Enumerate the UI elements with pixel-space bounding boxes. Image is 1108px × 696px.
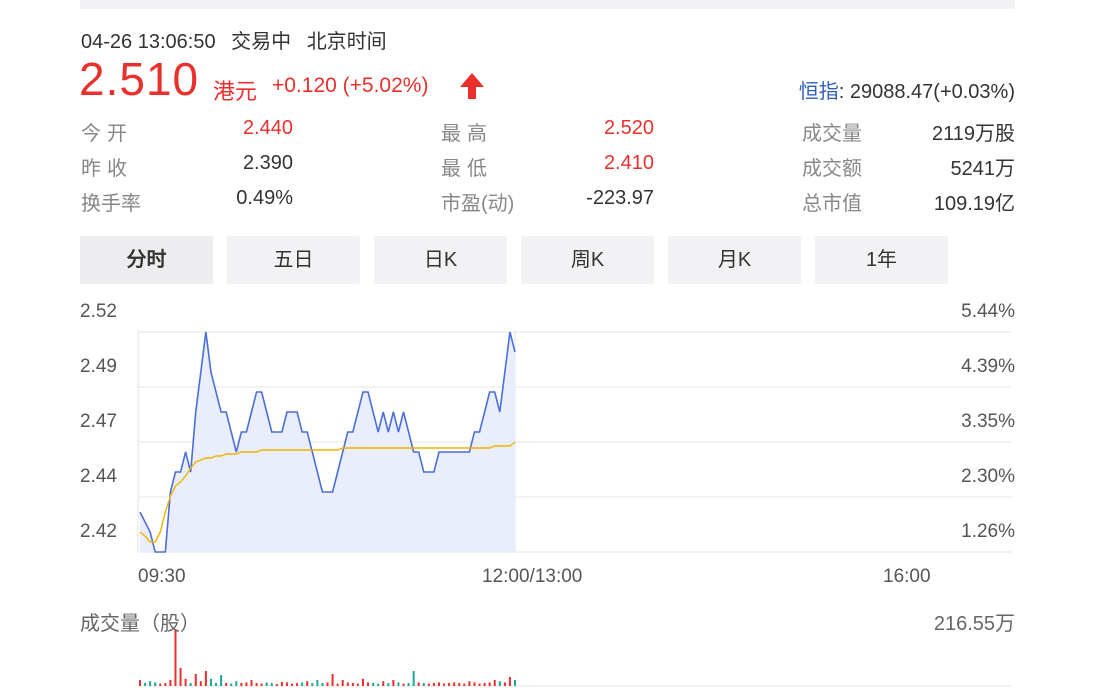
volume-bar	[341, 680, 344, 686]
volume-bar	[498, 681, 501, 686]
volume-bars	[139, 629, 516, 686]
volume-bar	[164, 683, 167, 686]
volume-bar	[255, 683, 258, 686]
volume-bar	[199, 681, 202, 686]
volume-bar	[225, 683, 228, 686]
volume-bar	[235, 681, 238, 686]
volume-bar	[402, 683, 405, 686]
volume-bar	[437, 682, 440, 686]
volume-bar	[189, 683, 192, 686]
volume-bar	[260, 683, 263, 686]
volume-bar	[377, 683, 380, 686]
volume-bar	[453, 682, 456, 686]
volume-bar	[179, 668, 182, 686]
volume-bar	[448, 683, 451, 686]
volume-bar	[311, 683, 314, 686]
volume-bar	[245, 682, 248, 686]
volume-bar	[514, 680, 516, 686]
volume-bar	[291, 683, 294, 686]
volume-bar	[265, 682, 268, 686]
volume-bar	[488, 682, 491, 686]
volume-bar	[503, 682, 506, 686]
volume-bar	[144, 683, 147, 686]
volume-bar	[412, 671, 415, 686]
volume-bar	[174, 629, 177, 686]
volume-bar	[458, 683, 461, 686]
volume-bar	[346, 682, 349, 686]
volume-bar	[427, 683, 430, 686]
volume-bar	[194, 674, 197, 686]
volume-bar	[493, 680, 496, 686]
volume-bar	[204, 671, 207, 686]
volume-bar	[169, 680, 172, 686]
volume-bar	[154, 682, 157, 686]
volume-bar	[270, 683, 273, 686]
volume-bar	[508, 677, 511, 686]
volume-bar	[397, 682, 400, 686]
volume-bar	[432, 683, 435, 686]
volume-bar	[149, 681, 152, 686]
volume-bar	[321, 683, 324, 686]
volume-bar	[356, 683, 359, 686]
volume-bar	[306, 681, 309, 686]
volume-bar	[443, 683, 446, 686]
volume-bar	[301, 682, 304, 686]
intraday-chart[interactable]	[0, 0, 1108, 696]
volume-bar	[422, 683, 425, 686]
volume-bar	[159, 683, 162, 686]
volume-bar	[240, 683, 243, 686]
volume-bar	[417, 682, 420, 686]
volume-bar	[250, 680, 253, 686]
volume-bar	[139, 680, 141, 686]
volume-bar	[351, 683, 354, 686]
volume-title: 成交量（股）	[80, 613, 200, 635]
volume-bar	[336, 683, 339, 686]
volume-bar	[280, 681, 283, 686]
volume-max-label: 216.55万	[933, 613, 1015, 635]
volume-bar	[387, 683, 390, 686]
volume-bar	[326, 682, 329, 686]
volume-bar	[372, 683, 375, 686]
volume-bar	[220, 675, 223, 686]
volume-bar	[483, 683, 486, 686]
volume-bar	[478, 683, 481, 686]
volume-bar	[184, 678, 187, 686]
volume-bar	[296, 683, 299, 686]
volume-bar	[230, 683, 233, 686]
volume-bar	[468, 681, 471, 686]
volume-bar	[392, 680, 395, 686]
volume-bar	[285, 682, 288, 686]
volume-bar	[331, 674, 334, 686]
volume-bar	[463, 683, 466, 686]
volume-bar	[407, 683, 410, 686]
volume-bar	[367, 682, 370, 686]
volume-bar	[275, 684, 278, 686]
volume-bar	[209, 678, 212, 686]
volume-bar	[382, 681, 385, 686]
volume-bar	[473, 682, 476, 686]
volume-bar	[215, 683, 218, 686]
volume-bar	[361, 678, 364, 686]
volume-bar	[316, 680, 319, 686]
